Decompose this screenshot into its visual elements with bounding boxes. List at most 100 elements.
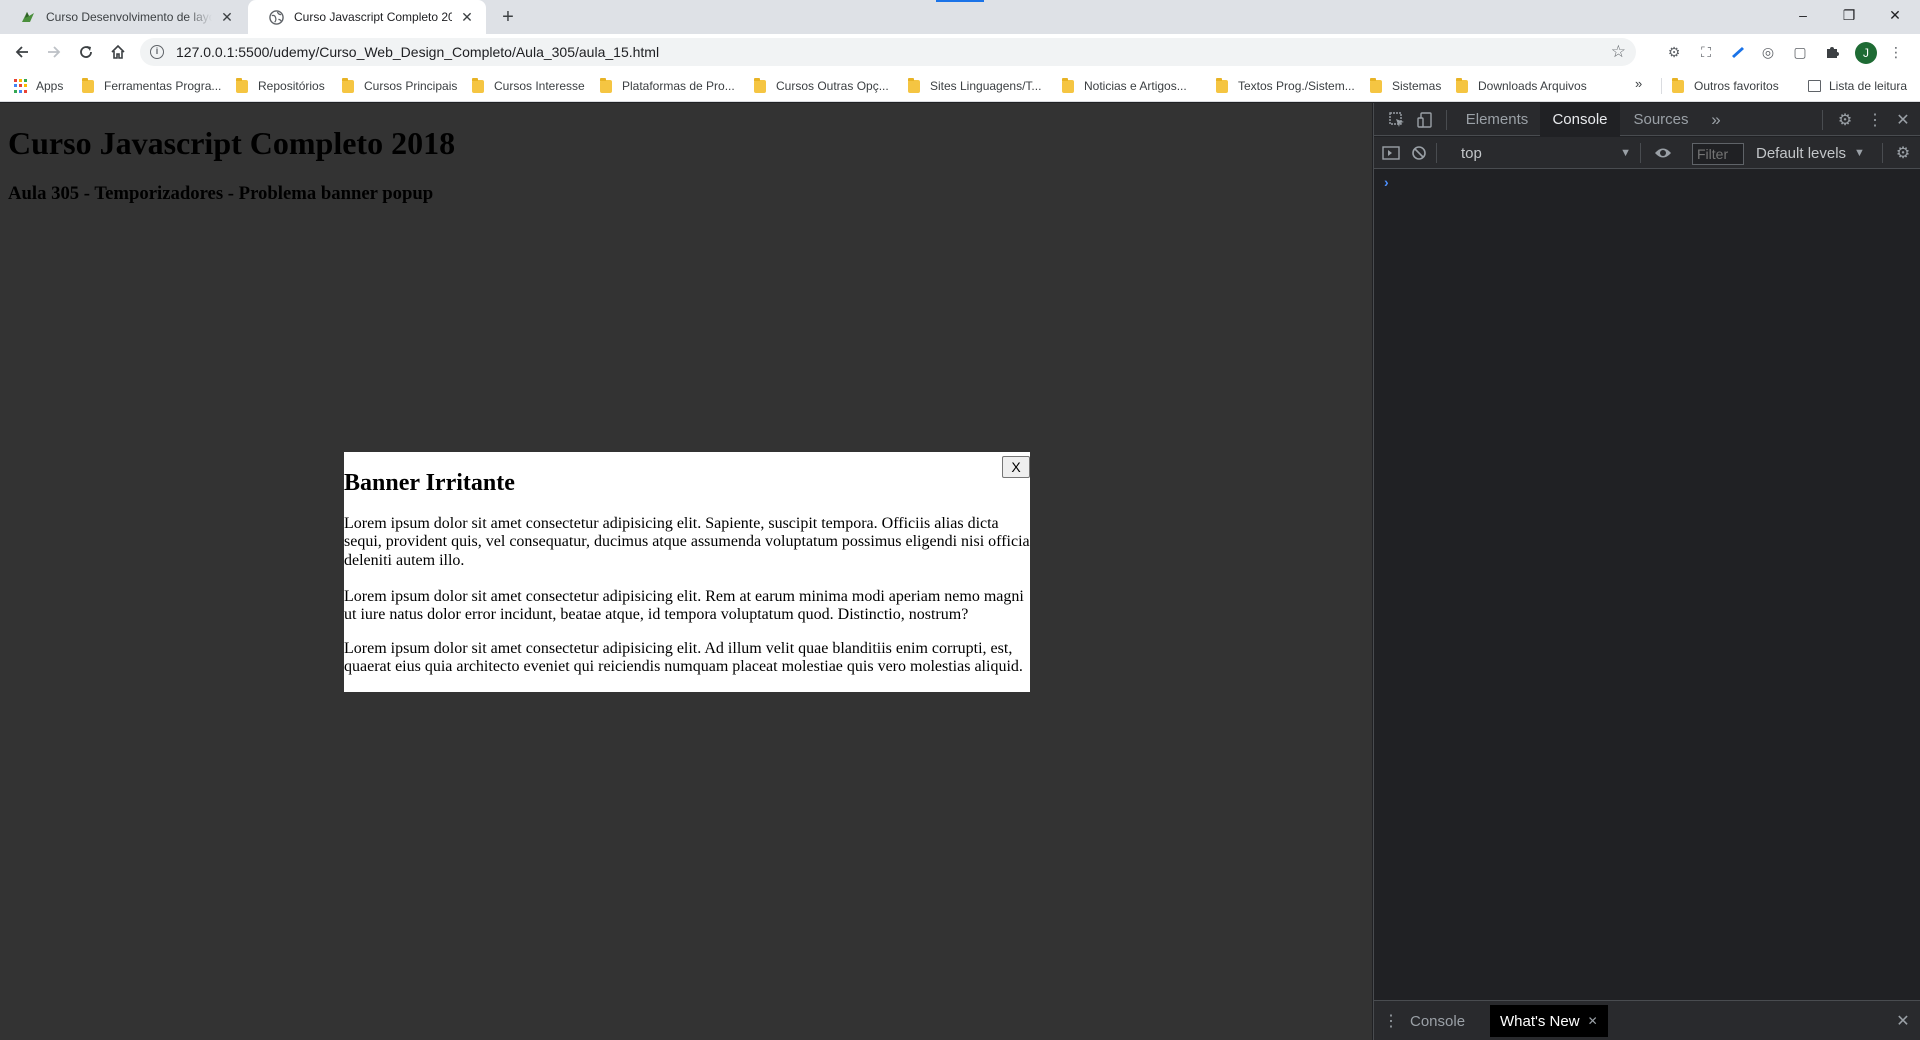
console-toolbar: top ▼ Default levels ▼ ⚙ [1374,137,1920,169]
tab-elements[interactable]: Elements [1454,103,1540,136]
settings-gear-icon[interactable]: ⚙ [1834,109,1856,131]
minimize-button[interactable]: – [1780,0,1826,30]
info-icon[interactable]: i [150,45,164,59]
folder-icon [754,77,766,93]
dropdown-caret-icon: ▼ [1854,147,1865,159]
folder-icon [472,77,484,93]
toolbar-divider [1640,143,1641,163]
banner-close-button[interactable]: X [1002,456,1030,478]
tab-loading-indicator [936,0,984,2]
bookmarks-divider [1661,78,1662,94]
bookmark-label: Repositórios [258,79,325,93]
log-levels-dropdown[interactable]: Default levels ▼ [1756,143,1865,163]
bookmark-folder[interactable]: Downloads Arquivos [1456,76,1587,96]
bookmark-label: Cursos Principais [364,79,458,93]
bookmark-label: Outros favoritos [1694,79,1779,93]
folder-icon [600,77,612,93]
bookmark-label: Cursos Interesse [494,79,585,93]
profile-avatar[interactable]: J [1855,42,1877,64]
banner-paragraph: Lorem ipsum dolor sit amet consectetur a… [344,588,1024,624]
bookmark-folder[interactable]: Noticias e Artigos... [1062,76,1187,96]
drawer-tab-whats-new[interactable]: What's New ✕ [1490,1005,1608,1037]
close-drawer-icon[interactable]: ✕ [1892,1010,1914,1032]
sidebar-toggle-icon[interactable] [1380,142,1402,164]
browser-tab-1[interactable]: Curso Desenvolvimento de layou ✕ [0,0,246,34]
bookmark-label: Sites Linguagens/T... [930,79,1042,93]
clear-console-icon[interactable] [1408,142,1430,164]
devtools-menu-icon[interactable]: ⋮ [1864,109,1886,131]
toolbar-divider [1436,143,1437,163]
context-select[interactable]: top ▼ [1461,143,1631,163]
live-expression-eye-icon[interactable] [1652,142,1674,164]
bookmark-folder[interactable]: Cursos Principais [342,76,457,96]
bookmark-folder[interactable]: Ferramentas Progra... [82,76,221,96]
browser-tab-2[interactable]: Curso Javascript Completo 2018 ✕ [248,0,486,34]
menu-kebab-icon[interactable]: ⋮ [1886,42,1906,62]
close-devtools-icon[interactable]: ✕ [1892,109,1914,131]
maximize-button[interactable]: ❐ [1826,0,1872,30]
bookmark-folder[interactable]: Repositórios [236,76,325,96]
forward-button[interactable] [40,38,68,66]
bookmark-label: Textos Prog./Sistem... [1238,79,1355,93]
new-tab-button[interactable]: + [496,5,520,29]
bookmark-label: Sistemas [1392,79,1442,93]
screenshot-extension-icon[interactable]: ⛶ [1696,42,1716,62]
dropdown-caret-icon: ▼ [1620,147,1631,159]
inspect-element-icon[interactable] [1386,109,1408,131]
device-toolbar-icon[interactable] [1414,109,1436,131]
drawer-tab-label: Console [1410,1012,1466,1030]
bookmark-label: Apps [36,79,64,93]
close-drawer-tab-icon[interactable]: ✕ [1588,1014,1598,1028]
bookmark-folder[interactable]: Plataformas de Pro... [600,76,735,96]
devtools-drawer: ⋮ Console What's New ✕ ✕ [1374,1000,1920,1040]
folder-icon [236,77,248,93]
bookmark-folder[interactable]: Cursos Interesse [472,76,585,96]
bookmark-label: Noticias e Artigos... [1084,79,1187,93]
bookmark-label: Downloads Arquivos [1478,79,1587,93]
folder-icon [1456,77,1468,93]
home-button[interactable] [104,38,132,66]
address-bar[interactable]: i 127.0.0.1:5500/udemy/Curso_Web_Design_… [140,38,1636,66]
banner-paragraph: Lorem ipsum dolor sit amet consectetur a… [344,515,1030,569]
puzzle-extensions-icon[interactable] [1822,42,1842,62]
folder-icon [1370,77,1382,93]
bookmark-folder[interactable]: Sistemas [1370,76,1441,96]
drawer-tab-console[interactable]: Console [1400,1005,1475,1037]
extension-blank-icon[interactable]: ▢ [1790,42,1810,62]
reading-list-icon [1808,80,1821,92]
course-favicon-icon [20,9,36,25]
extension-circle-icon[interactable]: ◎ [1758,42,1778,62]
toolbar-divider [1822,110,1823,130]
back-button[interactable] [8,38,36,66]
drawer-menu-icon[interactable]: ⋮ [1380,1010,1402,1032]
console-settings-gear-icon[interactable]: ⚙ [1892,142,1914,164]
bookmark-star-icon[interactable]: ☆ [1611,42,1626,62]
close-tab-icon[interactable]: ✕ [458,8,476,26]
page-subtitle: Aula 305 - Temporizadores - Problema ban… [8,183,434,204]
tab-console[interactable]: Console [1540,103,1620,136]
bookmark-folder[interactable]: Cursos Outras Opç... [754,76,889,96]
toolbar-divider [1882,143,1883,163]
tab-sources[interactable]: Sources [1620,103,1702,136]
close-tab-icon[interactable]: ✕ [218,8,236,26]
more-tabs-button[interactable]: » [1704,103,1728,136]
globe-icon [268,9,284,25]
toolbar-divider [1446,110,1447,130]
console-prompt[interactable]: › [1384,174,1389,190]
bookmarks-overflow-button[interactable]: » [1635,76,1642,91]
tab-strip: Curso Desenvolvimento de layou ✕ Curso J… [0,0,1920,34]
close-window-button[interactable]: ✕ [1872,0,1918,30]
extension-pen-icon[interactable] [1728,42,1748,62]
bookmark-apps[interactable]: Apps [14,76,63,96]
devtools-tabbar: Elements Console Sources » ⚙ ⋮ ✕ [1374,103,1920,136]
console-filter-input[interactable] [1692,143,1744,165]
bookmark-label: Lista de leitura [1829,79,1908,93]
bookmark-folder[interactable]: Textos Prog./Sistem... [1216,76,1355,96]
reading-list-button[interactable]: Lista de leitura [1808,76,1907,96]
other-bookmarks-folder[interactable]: Outros favoritos [1672,76,1779,96]
tab-title: Curso Desenvolvimento de layou [46,10,212,24]
extension-gear-icon[interactable]: ⚙ [1664,42,1684,62]
folder-icon [1062,77,1074,93]
reload-button[interactable] [72,38,100,66]
bookmark-folder[interactable]: Sites Linguagens/T... [908,76,1041,96]
